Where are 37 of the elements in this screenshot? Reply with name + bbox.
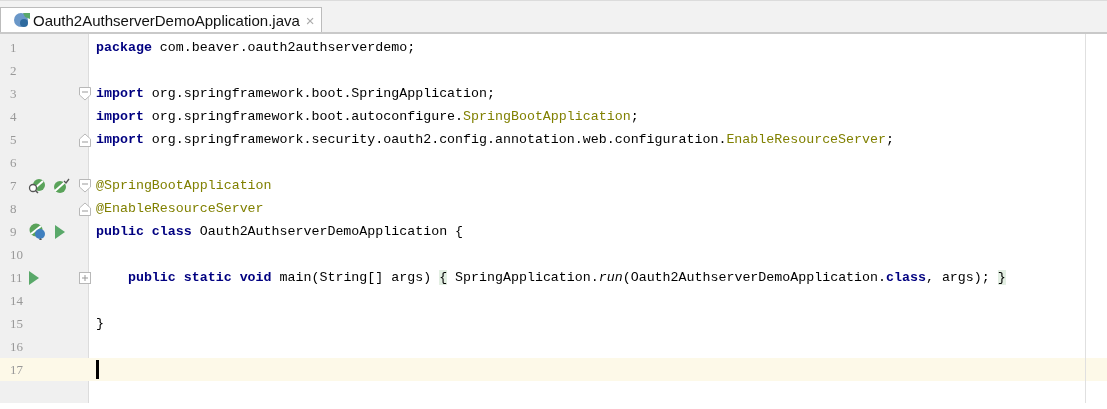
line-number: 7 (9, 177, 18, 194)
line-number: 16 (9, 338, 24, 355)
bean-check-icon[interactable] (52, 177, 70, 194)
code-line: } (96, 316, 104, 331)
line-number: 2 (9, 62, 18, 79)
bean-search-icon[interactable] (28, 177, 46, 194)
line-number: 1 (9, 39, 18, 56)
fold-icon[interactable] (79, 132, 91, 147)
code-line: @SpringBootApplication (96, 178, 272, 193)
fold-icon[interactable] (79, 178, 91, 193)
class-file-icon (13, 11, 31, 29)
fold-icon[interactable] (79, 86, 91, 101)
code-line: import org.springframework.security.oauth2.config.annotation.web.configuration.EnableResourceServer; (96, 132, 894, 147)
line-number: 5 (9, 131, 18, 148)
line-number: 10 (9, 246, 24, 263)
line-number: 3 (9, 85, 18, 102)
line-number: 6 (9, 154, 18, 171)
line-number: 9 (9, 223, 18, 240)
code-line: import org.springframework.boot.SpringApplication; (96, 86, 495, 101)
run-icon[interactable] (54, 224, 66, 239)
code-line: public static void main(String[] args) { SpringApplication.run(Oauth2AuthserverDemoApplication.class, args); } (126, 270, 1006, 285)
line-number: 15 (9, 315, 24, 332)
run-icon[interactable] (28, 270, 40, 285)
tab-label: Oauth2AuthserverDemoApplication.java (33, 11, 300, 29)
line-number: 8 (9, 200, 18, 217)
code-line: public class Oauth2AuthserverDemoApplication { (96, 224, 464, 239)
code-line: package com.beaver.oauth2authserverdemo; (96, 40, 416, 55)
line-number: 11 (9, 269, 24, 286)
fold-icon[interactable] (79, 201, 91, 216)
file-tab[interactable]: Oauth2AuthserverDemoApplication.java × (0, 7, 322, 32)
line-number: 14 (9, 292, 24, 309)
code-line: @EnableResourceServer (96, 201, 264, 216)
code-line: import org.springframework.boot.autoconfigure.SpringBootApplication; (96, 109, 639, 124)
expand-icon[interactable] (79, 271, 91, 284)
line-number: 17 (9, 361, 24, 378)
bean-class-icon[interactable] (28, 222, 48, 241)
line-number: 4 (9, 108, 18, 125)
